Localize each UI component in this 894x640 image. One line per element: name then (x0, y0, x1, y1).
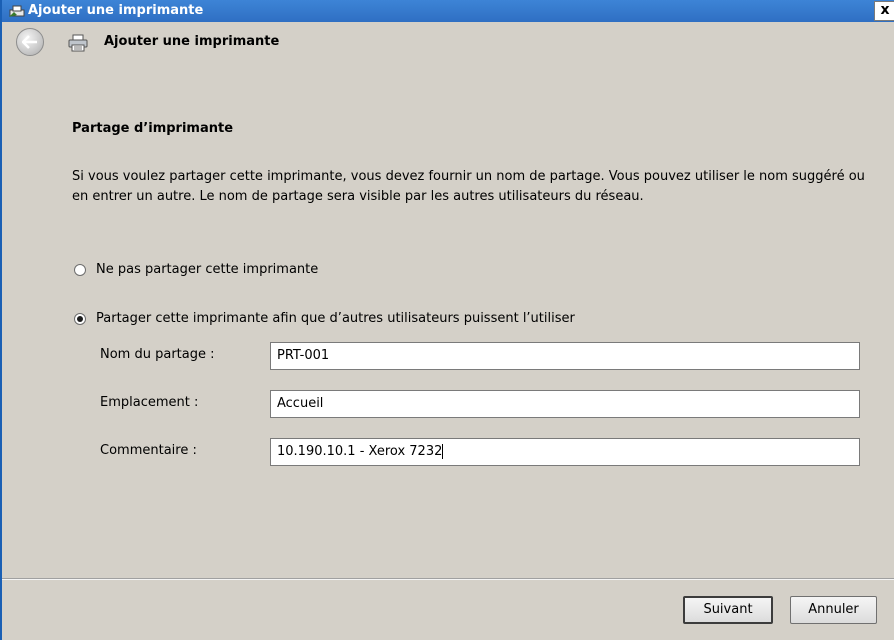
radio-label-do-not-share: Ne pas partager cette imprimante (96, 262, 319, 277)
comment-input-value: 10.190.10.1 - Xerox 7232 (277, 444, 443, 459)
comment-input[interactable]: 10.190.10.1 - Xerox 7232 (270, 438, 860, 466)
radio-share[interactable]: Partager cette imprimante afin que d’aut… (74, 311, 575, 326)
location-input[interactable]: Accueil (270, 390, 860, 418)
title-bar[interactable]: Ajouter une imprimante x (2, 0, 894, 22)
next-button[interactable]: Suivant (683, 596, 773, 624)
text-caret (442, 444, 444, 459)
wizard-title: Ajouter une imprimante (104, 34, 280, 49)
radio-label-share: Partager cette imprimante afin que d’aut… (96, 311, 575, 326)
footer-divider-highlight (2, 579, 894, 580)
share-name-input[interactable]: PRT-001 (270, 342, 860, 370)
comment-label: Commentaire : (100, 443, 197, 458)
window-title: Ajouter une imprimante (28, 3, 204, 18)
wizard-header: Ajouter une imprimante (2, 22, 894, 62)
radio-button-do-not-share[interactable] (74, 263, 86, 276)
radio-do-not-share[interactable]: Ne pas partager cette imprimante (74, 262, 318, 277)
back-arrow-icon (22, 35, 37, 49)
printer-wizard-icon (9, 5, 25, 17)
wizard-content: Partage d’imprimante Si vous voulez part… (2, 62, 894, 578)
add-printer-dialog: Ajouter une imprimante x Ajouter une imp… (0, 0, 894, 640)
location-label: Emplacement : (100, 395, 199, 410)
printer-icon (68, 34, 88, 52)
close-button[interactable]: x (874, 1, 894, 21)
radio-button-share[interactable] (74, 312, 86, 325)
page-description: Si vous voulez partager cette imprimante… (72, 169, 865, 204)
back-button[interactable] (16, 28, 44, 56)
share-name-label: Nom du partage : (100, 347, 215, 362)
cancel-button[interactable]: Annuler (790, 596, 877, 624)
page-title: Partage d’imprimante (72, 121, 234, 136)
